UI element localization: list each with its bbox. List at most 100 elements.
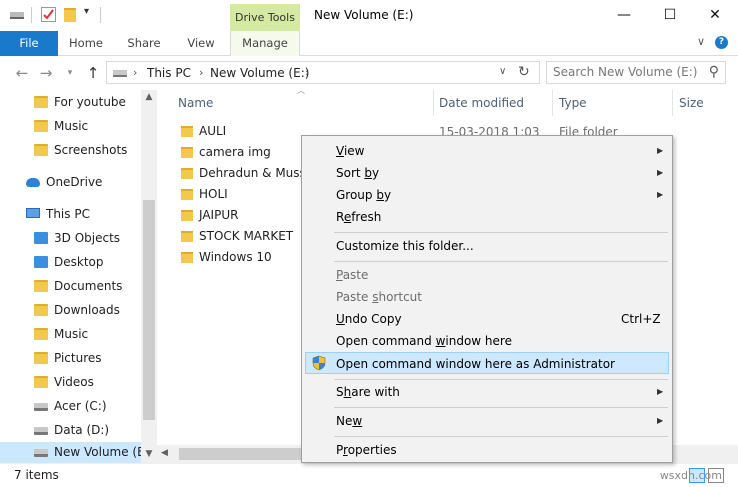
sidebar-item-music-quick[interactable]: Music	[0, 114, 141, 138]
status-bar: 7 items wsxdn.com	[0, 463, 738, 487]
menu-label-part: iew	[343, 144, 365, 158]
close-button[interactable]: ✕	[692, 0, 738, 31]
scroll-down-icon[interactable]: ▼	[141, 449, 157, 459]
menu-item-open-command-window[interactable]: Open command window here	[305, 330, 669, 352]
list-item[interactable]: Dehradun & Mussoorie	[177, 163, 307, 184]
menu-item-sort-by[interactable]: Sort by ▶	[305, 162, 669, 184]
sidebar-item-data-d[interactable]: Data (D:)	[0, 418, 141, 442]
sidebar-item-3d-objects[interactable]: 3D Objects	[0, 226, 141, 250]
menu-label-part: Group	[336, 188, 377, 202]
menu-item-undo-copy[interactable]: Undo Copy Ctrl+Z	[305, 308, 669, 330]
sidebar-item-this-pc[interactable]: This PC	[0, 202, 141, 226]
drive-icon	[113, 70, 127, 77]
sidebar-item-screenshots[interactable]: Screenshots	[0, 138, 141, 162]
scroll-left-icon[interactable]: ◀	[161, 448, 168, 458]
sidebar-item-videos[interactable]: Videos	[0, 370, 141, 394]
properties-icon[interactable]	[41, 7, 56, 22]
sidebar-item-onedrive[interactable]: OneDrive	[0, 170, 141, 194]
list-item[interactable]: STOCK MARKET	[177, 226, 307, 247]
menu-item-properties[interactable]: Properties	[305, 439, 669, 461]
menu-item-paste: Paste	[305, 264, 669, 286]
address-dropdown-icon[interactable]: ∨	[499, 66, 506, 77]
list-item[interactable]: AULI	[177, 121, 307, 142]
recent-locations-icon[interactable]: ▾	[62, 64, 78, 82]
sidebar-scrollbar[interactable]: ▲ ▼	[141, 90, 157, 463]
breadcrumb-separator-icon[interactable]: ›	[305, 66, 309, 79]
menu-label-part: are with	[351, 385, 400, 399]
menu-item-group-by[interactable]: Group by ▶	[305, 184, 669, 206]
column-header-size[interactable]: Size	[679, 96, 704, 110]
sidebar-scroll-thumb[interactable]	[143, 200, 155, 420]
minimize-button[interactable]: —	[601, 0, 647, 31]
sidebar-item-acer-c[interactable]: Acer (C:)	[0, 394, 141, 418]
tab-file[interactable]: File	[0, 31, 58, 56]
documents-icon	[34, 280, 48, 292]
horizontal-scroll-thumb[interactable]	[179, 448, 309, 460]
menu-item-view[interactable]: View ▶	[305, 140, 669, 162]
sidebar-item-music[interactable]: Music	[0, 322, 141, 346]
sidebar-item-documents[interactable]: Documents	[0, 274, 141, 298]
sidebar-item-for-youtube[interactable]: For youtube	[0, 90, 141, 114]
sort-ascending-icon: ︿	[297, 86, 305, 95]
uac-shield-icon	[312, 355, 326, 371]
menu-item-refresh[interactable]: Refresh	[305, 206, 669, 228]
column-divider[interactable]	[672, 90, 673, 116]
list-item[interactable]: camera img	[177, 142, 307, 163]
menu-label-part: hortcut	[378, 290, 422, 304]
forward-arrow-icon[interactable]: →	[38, 64, 54, 82]
tab-home[interactable]: Home	[58, 31, 114, 56]
context-menu: View ▶ Sort by ▶ Group by ▶ Refresh Cust…	[301, 135, 673, 463]
keyboard-shortcut: Ctrl+Z	[621, 312, 661, 326]
ribbon-collapse-icon[interactable]: ∨	[697, 35, 705, 48]
menu-label-part: P	[336, 443, 344, 457]
refresh-icon[interactable]: ↻	[518, 64, 530, 80]
menu-label-part: aste	[342, 268, 369, 282]
column-divider[interactable]	[433, 90, 434, 116]
navigation-pane: For youtube Music Screenshots OneDrive T…	[0, 90, 157, 463]
item-count: 7 items	[14, 468, 59, 482]
list-item[interactable]: Windows 10	[177, 247, 307, 268]
menu-item-new[interactable]: New ▶	[305, 410, 669, 432]
column-divider[interactable]	[552, 90, 553, 116]
drive-icon	[34, 403, 48, 411]
folder-icon	[181, 168, 193, 179]
sidebar-item-label: Downloads	[54, 303, 120, 317]
menu-item-share-with[interactable]: Share with ▶	[305, 381, 669, 403]
computer-icon	[26, 208, 40, 218]
maximize-button[interactable]: ☐	[647, 0, 693, 31]
access-key: V	[336, 144, 344, 158]
menu-item-open-command-window-admin[interactable]: Open command window here as Administrato…	[305, 352, 669, 374]
sidebar-item-downloads[interactable]: Downloads	[0, 298, 141, 322]
address-bar[interactable]: › This PC › New Volume (E:) › ∨ ↻	[106, 61, 540, 84]
breadcrumb-this-pc[interactable]: This PC	[147, 66, 191, 80]
column-header-name[interactable]: Name	[178, 96, 213, 110]
new-folder-icon[interactable]	[64, 8, 76, 22]
list-item[interactable]: HOLI	[177, 184, 307, 205]
scroll-up-icon[interactable]: ▲	[141, 92, 157, 102]
sidebar-item-pictures[interactable]: Pictures	[0, 346, 141, 370]
tab-manage[interactable]: Manage	[230, 31, 300, 56]
qat-customize-icon[interactable]: ▾	[84, 6, 89, 17]
file-name: AULI	[199, 124, 227, 138]
search-input[interactable]: Search New Volume (E:) ⚲	[546, 61, 726, 84]
drive-icon	[34, 427, 48, 435]
tab-share[interactable]: Share	[116, 31, 172, 56]
address-row: ← → ▾ ↑ › This PC › New Volume (E:) › ∨ …	[0, 56, 738, 90]
up-arrow-icon[interactable]: ↑	[85, 64, 101, 82]
breadcrumb-separator-icon[interactable]: ›	[199, 66, 203, 79]
sidebar-item-desktop[interactable]: Desktop	[0, 250, 141, 274]
column-header-date-modified[interactable]: Date modified	[439, 96, 524, 110]
menu-label-part: Paste	[336, 290, 373, 304]
menu-item-customize-folder[interactable]: Customize this folder...	[305, 235, 669, 257]
drive-icon	[10, 12, 24, 19]
sidebar-item-label: Music	[54, 327, 89, 341]
list-item[interactable]: JAIPUR	[177, 205, 307, 226]
help-icon[interactable]: ?	[715, 36, 728, 49]
menu-separator	[334, 436, 668, 437]
back-arrow-icon[interactable]: ←	[14, 64, 30, 82]
breadcrumb-new-volume[interactable]: New Volume (E:)	[210, 66, 309, 80]
sidebar-item-new-volume-e[interactable]: New Volume (E:)	[0, 442, 141, 463]
tab-view[interactable]: View	[174, 31, 228, 56]
column-header-type[interactable]: Type	[559, 96, 587, 110]
sidebar-item-label: Desktop	[54, 255, 104, 269]
